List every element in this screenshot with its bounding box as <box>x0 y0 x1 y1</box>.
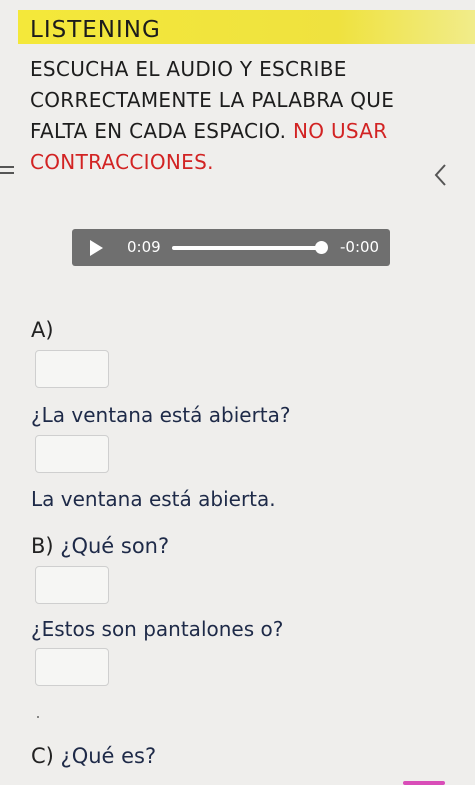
answer-input-a1[interactable] <box>35 350 109 388</box>
stray-dot <box>37 716 39 718</box>
section-b-prompt: ¿Qué son? <box>60 534 170 558</box>
section-b-label: B) <box>31 534 54 558</box>
current-time: 0:09 <box>127 238 161 256</box>
seek-thumb[interactable] <box>315 241 328 254</box>
question-a: ¿La ventana está abierta? <box>31 403 291 427</box>
answer-input-b2[interactable] <box>35 648 109 686</box>
answer-a: La ventana está abierta. <box>31 487 276 511</box>
question-b: ¿Estos son pantalones o? <box>31 617 284 641</box>
menu-icon[interactable] <box>0 166 14 182</box>
chevron-left-icon[interactable] <box>432 162 450 188</box>
section-c: C) ¿Qué es? <box>31 744 156 768</box>
scroll-indicator <box>403 781 445 785</box>
answer-input-b1[interactable] <box>35 566 109 604</box>
section-c-prompt: ¿Qué es? <box>60 744 157 768</box>
remaining-time: -0:00 <box>340 238 380 256</box>
page-title: LISTENING <box>30 17 161 43</box>
answer-input-a2[interactable] <box>35 435 109 473</box>
section-a-label: A) <box>31 318 54 342</box>
seek-bar[interactable] <box>172 246 322 250</box>
section-c-label: C) <box>31 744 54 768</box>
play-icon[interactable] <box>90 240 103 256</box>
section-b: B) ¿Qué son? <box>31 534 169 558</box>
audio-player[interactable]: 0:09 -0:00 <box>72 229 390 266</box>
instructions: ESCUCHA EL AUDIO Y ESCRIBE CORRECTAMENTE… <box>30 54 450 178</box>
